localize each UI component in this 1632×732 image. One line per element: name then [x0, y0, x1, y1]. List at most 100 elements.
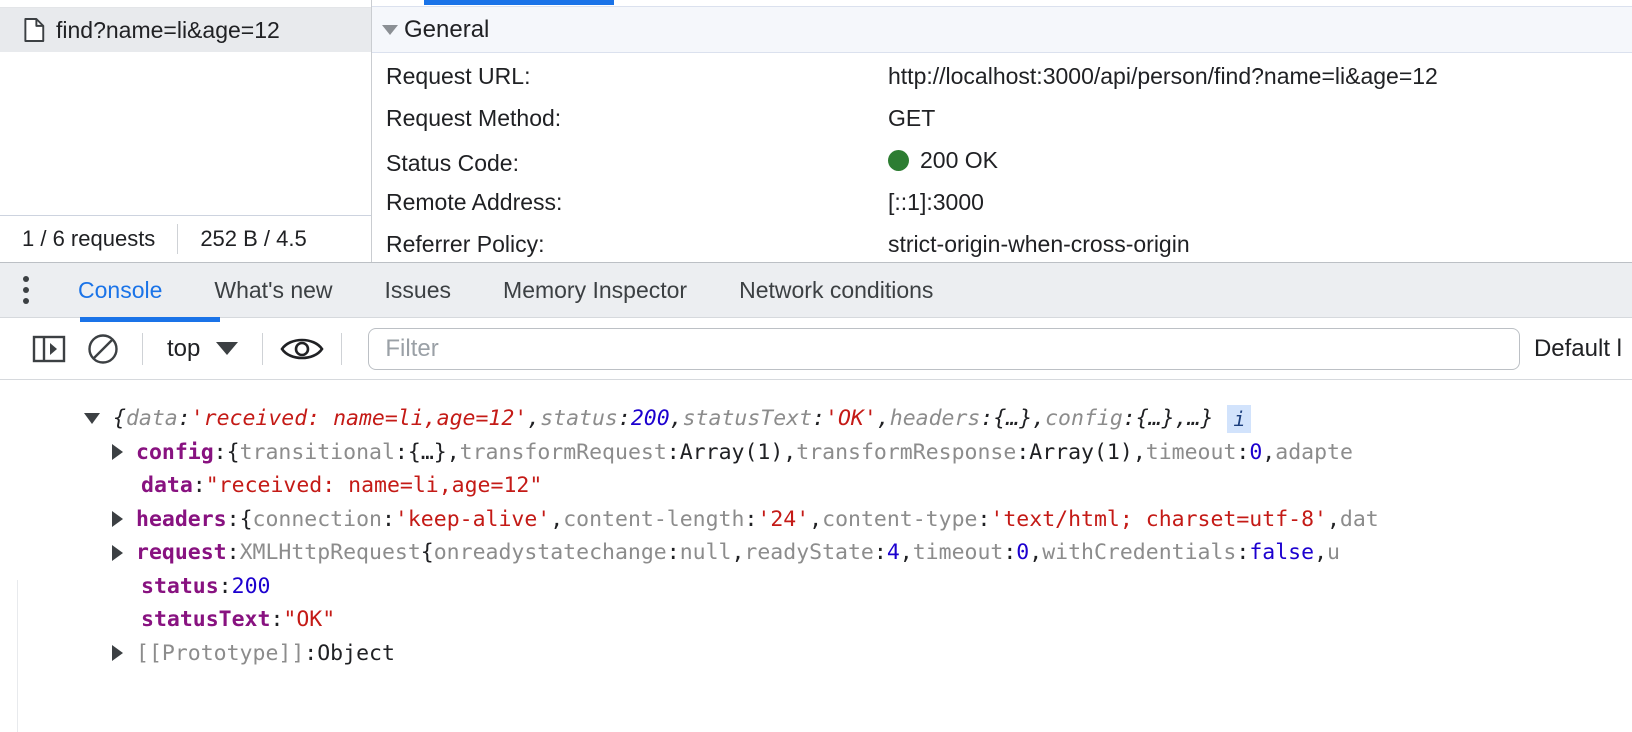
- console-token: transformResponse: [796, 439, 1017, 465]
- console-token: timeout: [1145, 439, 1237, 465]
- console-token: onreadystatechange: [433, 540, 667, 566]
- arrow-spacer: [112, 614, 128, 625]
- console-token: :: [381, 506, 395, 532]
- expand-triangle-right-icon[interactable]: [112, 511, 123, 528]
- console-token: null: [679, 540, 732, 566]
- live-expression-eye-icon[interactable]: [275, 318, 329, 380]
- filter-placeholder: Filter: [385, 334, 439, 362]
- console-token: 'OK': [825, 406, 877, 432]
- console-token: ,: [1326, 506, 1340, 532]
- tab-network-conditions[interactable]: Network conditions: [713, 263, 959, 318]
- console-token: 'received: name=li,age=12': [190, 406, 528, 432]
- console-token: dat: [1339, 506, 1379, 532]
- console-output[interactable]: {data: 'received: name=li,age=12', statu…: [0, 380, 1632, 732]
- request-list-pane: find?name=li&age=12 1 / 6 requests 252 B…: [0, 0, 372, 262]
- console-token: "OK": [283, 607, 336, 633]
- console-token: '24': [757, 506, 810, 532]
- console-token: :: [873, 540, 887, 566]
- console-token: :: [1016, 439, 1030, 465]
- console-token: 'keep-alive': [394, 506, 551, 532]
- console-token: :: [226, 506, 240, 532]
- network-summary-bar: 1 / 6 requests 252 B / 4.5: [0, 215, 371, 262]
- triangle-down-icon: [382, 24, 398, 35]
- console-token: ,: [1262, 439, 1276, 465]
- console-token: connection: [252, 506, 382, 532]
- request-row-selected[interactable]: find?name=li&age=12: [0, 8, 371, 52]
- console-token: :: [218, 573, 232, 599]
- tab-memory-inspector[interactable]: Memory Inspector: [477, 263, 713, 318]
- console-token: headers: [889, 406, 981, 432]
- console-token: false: [1249, 540, 1315, 566]
- console-token: ,: [731, 540, 745, 566]
- console-token: :: [270, 607, 284, 633]
- console-token: 4: [886, 540, 900, 566]
- console-token: :: [666, 540, 680, 566]
- tab-whats-new[interactable]: What's new: [188, 263, 358, 318]
- console-line[interactable]: [[Prototype]]: Object: [0, 637, 1632, 671]
- console-token: adapte: [1275, 439, 1353, 465]
- console-line[interactable]: {data: 'received: name=li,age=12', statu…: [0, 402, 1632, 436]
- console-token: {: [113, 406, 126, 432]
- general-section-header[interactable]: General: [372, 7, 1632, 53]
- expand-triangle-down-icon[interactable]: [84, 413, 100, 425]
- devtools-drawer: Console What's new Issues Memory Inspect…: [0, 262, 1632, 732]
- console-token: :: [744, 506, 758, 532]
- general-rows: Request URL: http://localhost:3000/api/p…: [372, 53, 1632, 257]
- console-token: :: [226, 540, 240, 566]
- console-line[interactable]: request: XMLHttpRequest {onreadystatecha…: [0, 536, 1632, 570]
- console-token: :: [666, 439, 680, 465]
- console-line[interactable]: status: 200: [0, 570, 1632, 604]
- filter-input[interactable]: Filter: [368, 327, 1520, 370]
- expand-triangle-right-icon[interactable]: [112, 544, 123, 561]
- tab-issues[interactable]: Issues: [359, 263, 477, 318]
- row-value-wrap: 200 OK: [888, 147, 998, 174]
- execution-context-selector[interactable]: top: [155, 318, 250, 380]
- log-levels-dropdown[interactable]: Default l: [1534, 335, 1632, 363]
- info-badge[interactable]: i: [1227, 404, 1252, 433]
- expand-triangle-right-icon[interactable]: [112, 444, 123, 461]
- console-line[interactable]: statusText: "OK": [0, 603, 1632, 637]
- console-token: …}: [1187, 406, 1214, 432]
- status-ok-dot-icon: [888, 150, 909, 171]
- console-token: config: [136, 439, 214, 465]
- console-token: timeout: [912, 540, 1004, 566]
- transferred-size: 252 B / 4.5: [200, 226, 307, 251]
- general-row: Request Method: GET: [372, 105, 1632, 147]
- console-sidebar-icon[interactable]: [22, 318, 76, 380]
- expand-triangle-right-icon[interactable]: [112, 645, 123, 662]
- console-token: :: [1003, 540, 1017, 566]
- console-line[interactable]: headers: {connection: 'keep-alive', cont…: [0, 503, 1632, 537]
- console-toolbar: top Filter Default l: [0, 317, 1632, 380]
- console-token: :: [304, 640, 318, 666]
- console-token: request: [136, 540, 227, 566]
- console-token: 0: [1016, 540, 1030, 566]
- kebab-menu-icon[interactable]: [0, 276, 52, 304]
- console-token: XMLHttpRequest: [239, 540, 421, 566]
- network-split: find?name=li&age=12 1 / 6 requests 252 B…: [0, 0, 1632, 262]
- console-token: ,: [1029, 540, 1043, 566]
- console-token: [[Prototype]]: [136, 640, 305, 666]
- toolbar-divider: [262, 332, 264, 365]
- row-value: [::1]:3000: [888, 189, 984, 215]
- console-token: 'text/html; charset=utf-8': [990, 506, 1327, 532]
- console-token: transformRequest: [459, 439, 667, 465]
- console-token: ,: [1314, 540, 1328, 566]
- tab-console[interactable]: Console: [52, 263, 188, 318]
- console-token: Object: [317, 640, 395, 666]
- details-tabstrip: [372, 0, 1632, 7]
- console-token: ,: [899, 540, 913, 566]
- console-token: {…}: [1135, 406, 1175, 432]
- console-token: Array(1): [679, 439, 784, 465]
- clear-console-icon[interactable]: [76, 318, 130, 380]
- console-line[interactable]: data: "received: name=li,age=12": [0, 469, 1632, 503]
- console-token: data: [125, 406, 178, 432]
- console-line[interactable]: config: {transitional: {…}, transformReq…: [0, 436, 1632, 470]
- network-panel: find?name=li&age=12 1 / 6 requests 252 B…: [0, 0, 1632, 262]
- requests-count: 1 / 6 requests: [22, 226, 156, 251]
- console-token: data: [141, 473, 193, 499]
- console-token: "received: name=li,age=12": [205, 473, 543, 499]
- console-token: 0: [1249, 439, 1263, 465]
- console-token: :: [617, 406, 631, 432]
- console-token: ,: [446, 439, 460, 465]
- console-token: :: [1236, 439, 1250, 465]
